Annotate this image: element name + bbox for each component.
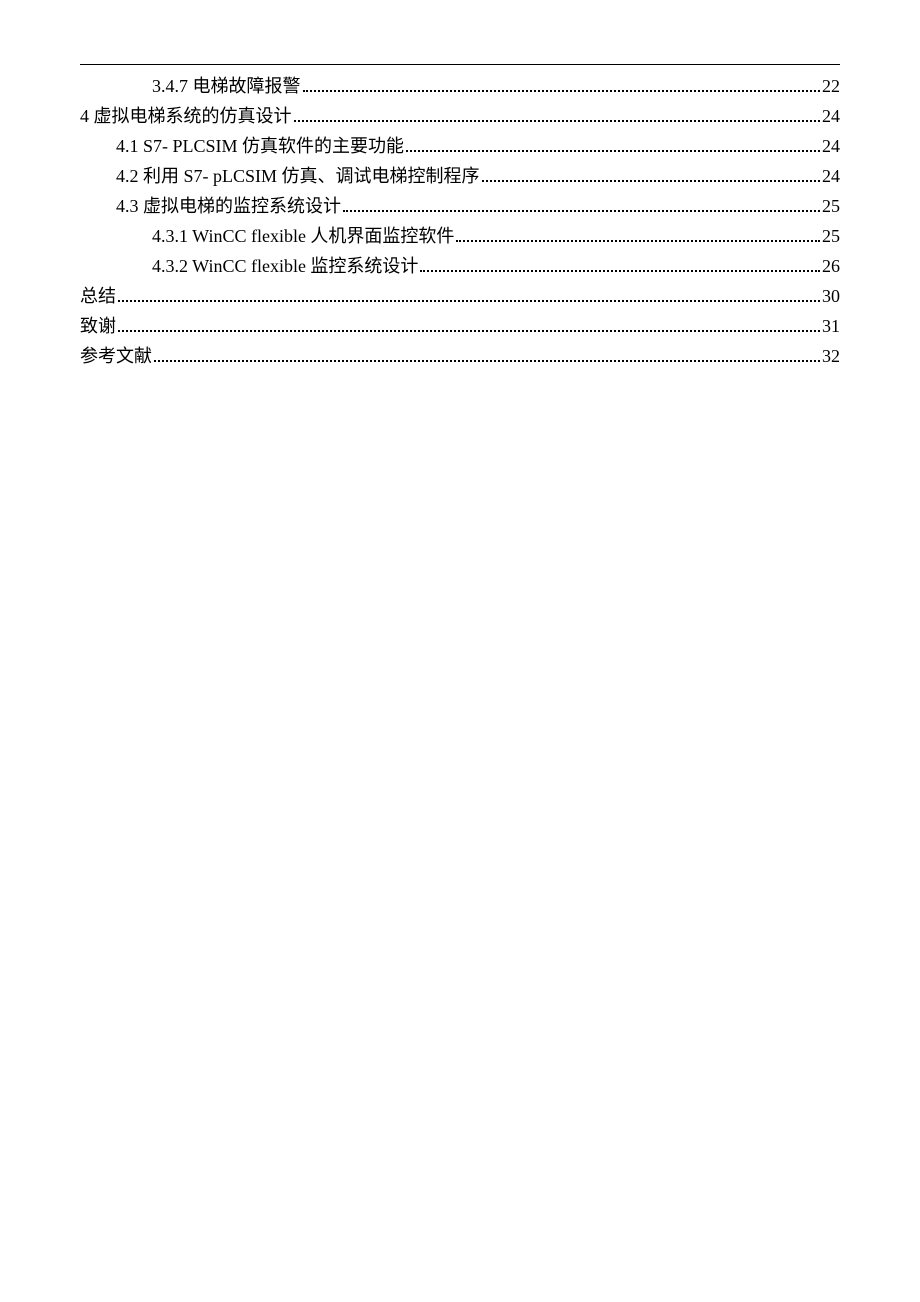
toc-entry: 总结 30 xyxy=(80,287,840,306)
toc-leader-dots xyxy=(118,320,820,332)
toc-leader-dots xyxy=(482,170,820,182)
toc-entry-page: 30 xyxy=(822,287,840,305)
toc-entry-page: 31 xyxy=(822,317,840,335)
toc-entry: 致谢 31 xyxy=(80,317,840,336)
document-page: 3.4.7 电梯故障报警224 虚拟电梯系统的仿真设计244.1 S7- PLC… xyxy=(0,0,920,457)
toc-entry-page: 26 xyxy=(822,257,840,275)
toc-entry-title: 3.4.7 电梯故障报警 xyxy=(152,77,301,95)
toc-entry-page: 24 xyxy=(822,107,840,125)
toc-entry: 3.4.7 电梯故障报警 22 xyxy=(80,77,840,96)
toc-leader-dots xyxy=(118,290,820,302)
toc-entry-page: 22 xyxy=(822,77,840,95)
toc-entry-page: 25 xyxy=(822,197,840,215)
toc-leader-dots xyxy=(303,80,821,92)
toc-entry-page: 24 xyxy=(822,137,840,155)
toc-entry-title: 4.2 利用 S7- pLCSIM 仿真、调试电梯控制程序 xyxy=(116,167,480,185)
toc-entry: 4.3.1 WinCC flexible 人机界面监控软件 25 xyxy=(80,227,840,246)
header-rule xyxy=(80,64,840,65)
table-of-contents: 3.4.7 电梯故障报警224 虚拟电梯系统的仿真设计244.1 S7- PLC… xyxy=(80,77,840,366)
toc-entry: 4 虚拟电梯系统的仿真设计 24 xyxy=(80,107,840,126)
toc-leader-dots xyxy=(406,140,820,152)
toc-entry-page: 25 xyxy=(822,227,840,245)
toc-entry-page: 24 xyxy=(822,167,840,185)
toc-leader-dots xyxy=(343,200,820,212)
toc-entry-title: 致谢 xyxy=(80,317,116,335)
toc-entry: 参考文献 32 xyxy=(80,347,840,366)
toc-entry-title: 4.3.1 WinCC flexible 人机界面监控软件 xyxy=(152,227,454,245)
toc-entry: 4.2 利用 S7- pLCSIM 仿真、调试电梯控制程序 24 xyxy=(80,167,840,186)
toc-entry: 4.1 S7- PLCSIM 仿真软件的主要功能 24 xyxy=(80,137,840,156)
toc-entry-page: 32 xyxy=(822,347,840,365)
toc-entry-title: 4 虚拟电梯系统的仿真设计 xyxy=(80,107,292,125)
toc-entry-title: 4.3 虚拟电梯的监控系统设计 xyxy=(116,197,341,215)
toc-leader-dots xyxy=(154,350,820,362)
toc-entry: 4.3 虚拟电梯的监控系统设计 25 xyxy=(80,197,840,216)
toc-entry: 4.3.2 WinCC flexible 监控系统设计 26 xyxy=(80,257,840,276)
toc-entry-title: 总结 xyxy=(80,287,116,305)
toc-entry-title: 4.3.2 WinCC flexible 监控系统设计 xyxy=(152,257,418,275)
toc-leader-dots xyxy=(420,260,820,272)
toc-entry-title: 参考文献 xyxy=(80,347,152,365)
toc-leader-dots xyxy=(456,230,820,242)
toc-entry-title: 4.1 S7- PLCSIM 仿真软件的主要功能 xyxy=(116,137,404,155)
toc-leader-dots xyxy=(294,110,821,122)
